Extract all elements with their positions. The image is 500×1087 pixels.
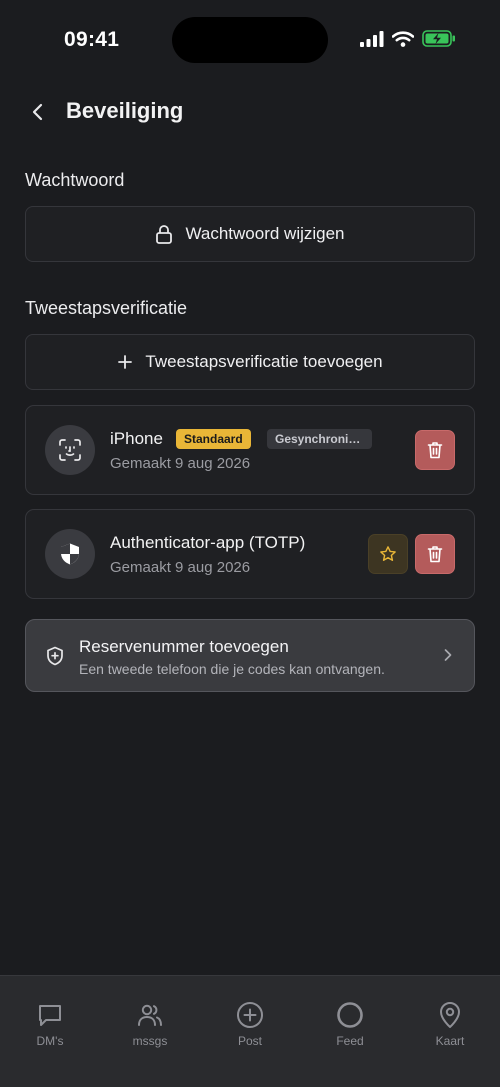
- cellular-signal-icon: [360, 30, 384, 47]
- shield-icon: [61, 543, 79, 565]
- chevron-left-icon: [32, 103, 43, 121]
- tab-mssgs[interactable]: mssgs: [110, 1001, 190, 1048]
- add-backup-number-button[interactable]: Reservenummer toevoegen Een tweede telef…: [25, 619, 475, 692]
- set-default-button[interactable]: [368, 534, 408, 574]
- tab-kaart[interactable]: Kaart: [410, 1001, 490, 1048]
- status-icons: [360, 30, 456, 47]
- tab-feed[interactable]: Feed: [310, 1001, 390, 1048]
- tab-post[interactable]: Post: [210, 1001, 290, 1048]
- delete-method-button[interactable]: [415, 430, 455, 470]
- synced-badge: Gesynchroniseerd: [267, 429, 372, 449]
- method-card-authenticator: Authenticator-app (TOTP) Gemaakt 9 aug 2…: [25, 509, 475, 599]
- nav-header: Beveiliging: [0, 90, 500, 132]
- circle-icon: [337, 1002, 363, 1028]
- add-two-factor-label: Tweestapsverificatie toevoegen: [145, 352, 383, 371]
- method-card-iphone: iPhone Standaard Gesynchroniseerd Gemaak…: [25, 405, 475, 495]
- face-id-icon: [59, 439, 81, 461]
- trash-icon: [427, 442, 443, 459]
- method-avatar: [45, 529, 95, 579]
- method-name: Authenticator-app (TOTP): [110, 533, 306, 552]
- back-button[interactable]: [24, 98, 52, 126]
- change-password-label: Wachtwoord wijzigen: [185, 224, 345, 243]
- add-two-factor-button[interactable]: Tweestapsverificatie toevoegen: [25, 334, 475, 390]
- star-icon: [380, 546, 396, 562]
- backup-number-subtitle: Een tweede telefoon die je codes kan ont…: [79, 661, 385, 677]
- default-badge: Standaard: [176, 429, 251, 449]
- trash-icon: [427, 546, 443, 563]
- tab-dms[interactable]: DM's: [10, 1001, 90, 1048]
- battery-charging-icon: [422, 30, 455, 47]
- delete-method-button[interactable]: [415, 534, 455, 574]
- users-icon: [138, 1004, 162, 1026]
- map-pin-icon: [440, 1002, 460, 1028]
- dynamic-island: [172, 17, 328, 63]
- tab-label: Post: [237, 1034, 262, 1048]
- plus-icon: [118, 355, 133, 369]
- chevron-right-icon: [444, 649, 452, 661]
- shield-plus-icon: [47, 646, 63, 666]
- tab-label: mssgs: [132, 1034, 168, 1048]
- chat-bubble-icon: [39, 1005, 61, 1026]
- backup-number-title: Reservenummer toevoegen: [79, 637, 289, 656]
- method-created-date: Gemaakt 9 aug 2026: [110, 455, 251, 472]
- password-section-title: Wachtwoord: [25, 170, 125, 190]
- lock-icon: [156, 225, 173, 244]
- method-avatar: [45, 425, 95, 475]
- method-name: iPhone: [110, 429, 163, 448]
- tab-label: Feed: [336, 1034, 364, 1048]
- tab-bar: DM's mssgs Post Feed Kaart: [0, 975, 500, 1087]
- tab-label: DM's: [36, 1034, 64, 1048]
- security-screen: 09:41 Beveiliging Wachtwoord Wachtwoord …: [0, 0, 500, 1087]
- wifi-icon: [392, 30, 414, 47]
- plus-circle-icon: [237, 1002, 263, 1028]
- tab-label: Kaart: [435, 1034, 465, 1048]
- page-title: Beveiliging: [66, 98, 184, 123]
- two-factor-section-title: Tweestapsverificatie: [25, 298, 188, 318]
- status-bar: 09:41: [0, 0, 500, 80]
- method-created-date: Gemaakt 9 aug 2026: [110, 559, 251, 576]
- change-password-button[interactable]: Wachtwoord wijzigen: [25, 206, 475, 262]
- status-time: 09:41: [64, 28, 120, 51]
